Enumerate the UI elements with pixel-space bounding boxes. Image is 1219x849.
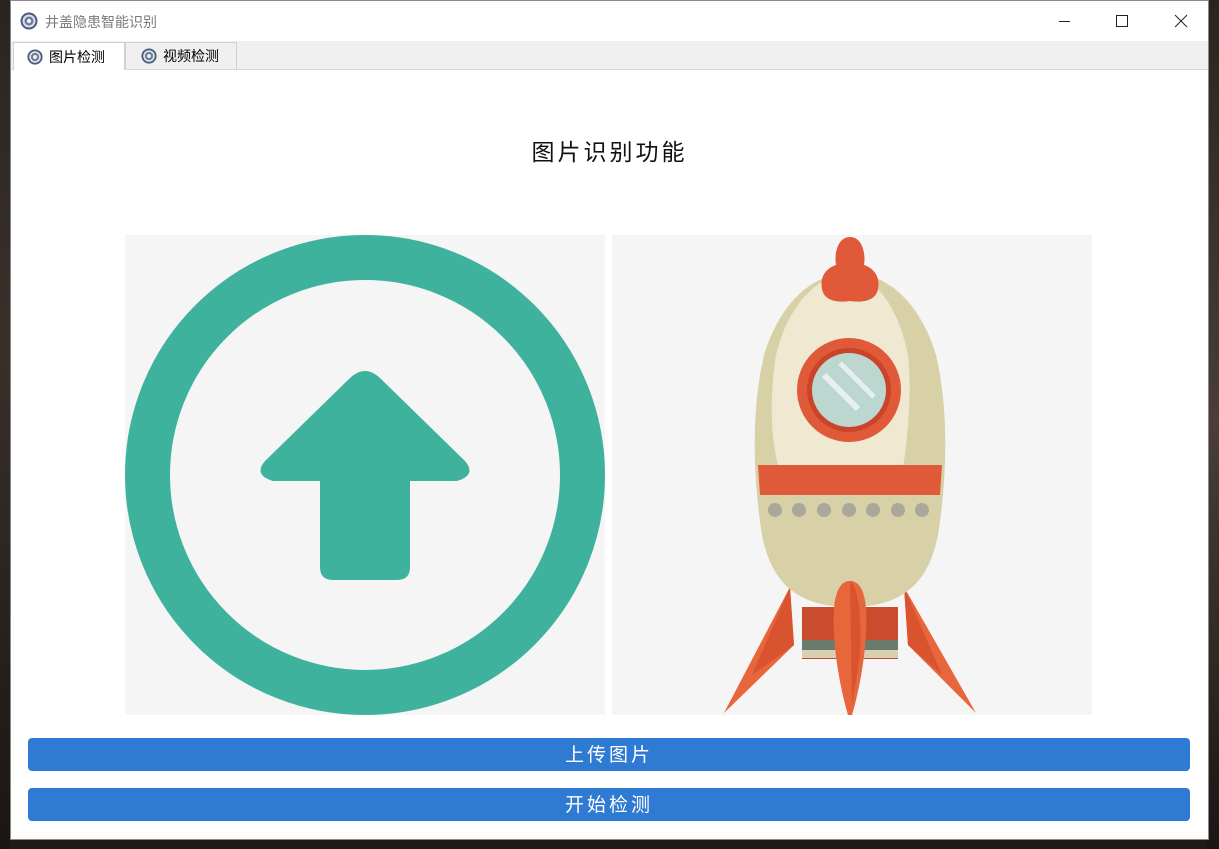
desktop-background-left (0, 0, 10, 849)
start-detection-button[interactable]: 开始检测 (28, 788, 1190, 821)
window-title: 井盖隐患智能识别 (45, 15, 157, 31)
tab-image-detection[interactable]: 图片检测 (13, 42, 125, 70)
title-bar[interactable]: 井盖隐患智能识别 (11, 1, 1208, 41)
minimize-icon[interactable] (1035, 1, 1093, 41)
tab-video-detection[interactable]: 视频检测 (125, 42, 237, 69)
upload-arrow-circle-icon (125, 235, 605, 715)
tab-bar: 图片检测 视频检测 (11, 41, 1208, 70)
tab-content-panel: 图片识别功能 上传图片 开始检测 (11, 69, 1208, 839)
maximize-icon[interactable] (1093, 1, 1151, 41)
app-logo-icon (27, 48, 43, 65)
upload-image-button[interactable]: 上传图片 (28, 738, 1190, 771)
page-title: 图片识别功能 (531, 140, 688, 166)
app-logo-icon (20, 12, 38, 30)
tab-label: 视频检测 (163, 49, 219, 65)
close-icon[interactable] (1151, 1, 1209, 41)
result-preview-image (612, 235, 1092, 715)
upload-preview-image[interactable] (125, 235, 605, 715)
app-logo-icon (141, 48, 157, 64)
app-window: 井盖隐患智能识别 图片检测 视频检测 图片识别功能 上传图片 开始检测 (10, 0, 1209, 840)
tab-label: 图片检测 (49, 49, 105, 66)
rocket-illustration (724, 237, 976, 715)
